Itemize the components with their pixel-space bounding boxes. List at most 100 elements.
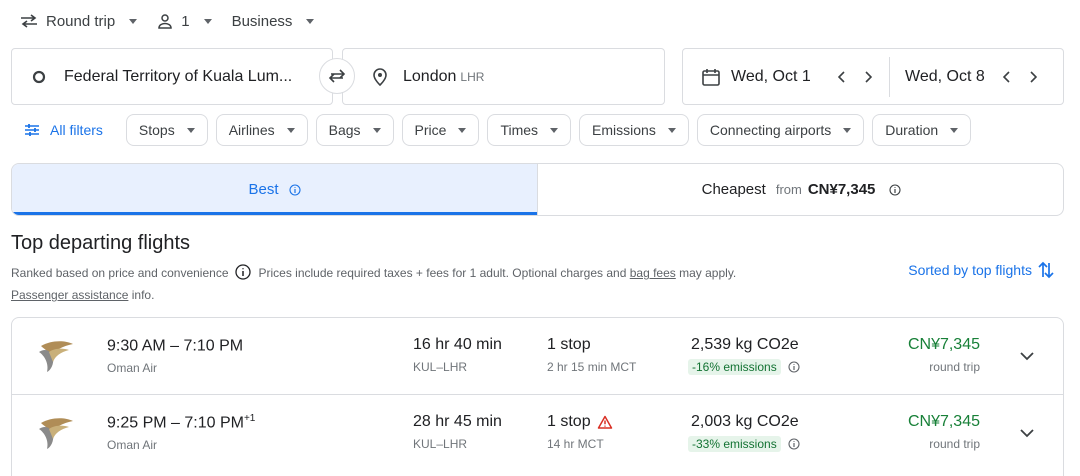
flight-stops-cell: 1 stop 14 hr MCT <box>547 413 613 451</box>
flight-stops-cell: 1 stop 2 hr 15 min MCT <box>547 336 636 374</box>
caret-down-icon <box>372 127 381 133</box>
origin-circle-icon <box>32 70 46 84</box>
duration: 16 hr 40 min <box>413 336 502 353</box>
location-pin-icon <box>373 67 387 86</box>
trip-type-select[interactable]: Round trip <box>20 12 138 30</box>
prices-text: Prices include required taxes + fees for… <box>258 266 627 280</box>
oman-air-logo-icon <box>37 415 75 451</box>
passengers-count: 1 <box>181 12 190 30</box>
tab-cheapest-label: Cheapest <box>701 181 766 198</box>
passengers-select[interactable]: 1 <box>157 12 212 30</box>
price-note: round trip <box>929 437 980 451</box>
stops-line: 1 stop <box>547 413 613 431</box>
bag-fees-link[interactable]: bag fees <box>630 266 676 280</box>
stops: 1 stop <box>547 413 591 430</box>
cabin-class-label: Business <box>231 12 293 30</box>
flight-price-cell: CN¥7,345 round trip <box>908 413 980 451</box>
chip-label: Emissions <box>592 122 656 138</box>
info-icon[interactable] <box>788 361 800 373</box>
info-icon[interactable] <box>788 438 800 450</box>
duration: 28 hr 45 min <box>413 413 502 430</box>
chip-label: Duration <box>885 122 939 138</box>
return-prev-day-button[interactable] <box>994 64 1020 90</box>
passenger-assistance-link[interactable]: Passenger assistance <box>11 288 128 302</box>
emissions-badge: -33% emissions <box>688 436 781 452</box>
depart-next-day-button[interactable] <box>855 64 881 90</box>
stops: 1 stop <box>547 336 591 353</box>
filter-stops[interactable]: Stops <box>125 114 208 146</box>
filter-times[interactable]: Times <box>487 114 572 146</box>
return-next-day-button[interactable] <box>1020 64 1046 90</box>
flight-times: 9:30 AM – 7:10 PM <box>107 336 243 355</box>
may-apply-text: may apply. <box>679 266 737 280</box>
airline-name: Oman Air <box>107 361 158 376</box>
depart-prev-day-button[interactable] <box>829 64 855 90</box>
caret-down-icon <box>667 127 676 133</box>
chip-label: Airlines <box>228 122 275 138</box>
info-icon[interactable] <box>234 264 251 280</box>
flight-row[interactable]: 9:30 AM – 7:10 PM Oman Air 16 hr 40 min … <box>12 318 1063 395</box>
swap-icon <box>327 68 347 84</box>
depart-date-field[interactable]: Wed, Oct 1 <box>683 49 889 104</box>
caret-down-icon <box>843 127 852 133</box>
ranked-text: Ranked based on price and convenience <box>11 266 229 280</box>
calendar-icon <box>701 67 721 87</box>
expand-chevron-icon[interactable] <box>1015 344 1039 368</box>
tab-best-label: Best <box>248 181 279 198</box>
chevron-left-icon <box>1002 70 1010 83</box>
info-icon[interactable] <box>889 183 901 196</box>
all-filters-label: All filters <box>50 122 103 138</box>
return-date-field[interactable]: Wed, Oct 8 <box>890 49 1046 104</box>
filter-price[interactable]: Price <box>401 114 480 146</box>
day-offset: +1 <box>243 413 256 424</box>
return-date-value: Wed, Oct 8 <box>905 67 985 85</box>
tab-cheapest[interactable]: Cheapest from CN¥7,345 <box>538 164 1063 215</box>
info-suffix-text: info. <box>131 288 155 302</box>
chip-label: Stops <box>138 122 175 138</box>
times-text: 9:25 PM – 7:10 PM <box>107 414 244 432</box>
flight-times-cell: 9:30 AM – 7:10 PM Oman Air <box>107 336 243 375</box>
all-filters-button[interactable]: All filters <box>24 122 103 138</box>
filter-duration[interactable]: Duration <box>872 114 972 146</box>
route: KUL–LHR <box>413 437 468 451</box>
flight-list: 9:30 AM – 7:10 PM Oman Air 16 hr 40 min … <box>11 317 1064 476</box>
price: CN¥7,345 <box>907 336 980 353</box>
filter-bags[interactable]: Bags <box>315 114 394 146</box>
origin-field[interactable]: Federal Territory of Kuala Lum... <box>11 48 333 105</box>
chevron-left-icon <box>837 70 845 83</box>
layover: 14 hr MCT <box>547 437 604 451</box>
filter-connecting-airports[interactable]: Connecting airports <box>696 114 865 146</box>
caret-down-icon <box>950 127 959 133</box>
flight-row[interactable]: 9:25 PM – 7:10 PM+1 Oman Air 28 hr 45 mi… <box>12 395 1063 476</box>
person-icon <box>157 13 173 29</box>
info-icon[interactable] <box>288 183 301 196</box>
chevron-right-icon <box>1030 70 1037 83</box>
layover: 2 hr 15 min MCT <box>547 360 637 374</box>
destination-field[interactable]: London LHR <box>342 48 665 105</box>
tab-best[interactable]: Best <box>12 164 538 215</box>
expand-chevron-icon[interactable] <box>1015 421 1039 445</box>
flight-emissions-cell: 2,539 kg CO2e -16% emissions <box>688 336 800 375</box>
caret-down-icon <box>203 18 212 24</box>
filter-emissions[interactable]: Emissions <box>579 114 689 146</box>
oman-air-logo-icon <box>37 338 75 374</box>
tab-cheapest-from: from <box>775 182 802 197</box>
caret-down-icon <box>286 127 295 133</box>
destination-code: LHR <box>460 69 485 84</box>
filter-airlines[interactable]: Airlines <box>215 114 308 146</box>
caret-down-icon <box>306 18 315 24</box>
airline-name: Oman Air <box>107 438 158 453</box>
sort-by-button[interactable]: Sorted by top flights <box>908 261 1054 279</box>
swap-locations-button[interactable] <box>319 58 355 94</box>
trip-type-label: Round trip <box>46 12 116 30</box>
sort-by-label: Sorted by top flights <box>908 262 1032 278</box>
cabin-class-select[interactable]: Business <box>232 13 315 30</box>
price-note: round trip <box>929 360 980 374</box>
route: KUL–LHR <box>413 360 468 374</box>
results-heading: Top departing flights <box>11 232 191 254</box>
chip-label: Times <box>500 122 539 138</box>
date-range-field: Wed, Oct 1 Wed, Oct 8 <box>682 48 1064 105</box>
chevron-right-icon <box>865 70 872 83</box>
price: CN¥7,345 <box>907 413 980 430</box>
chip-label: Price <box>414 122 447 138</box>
